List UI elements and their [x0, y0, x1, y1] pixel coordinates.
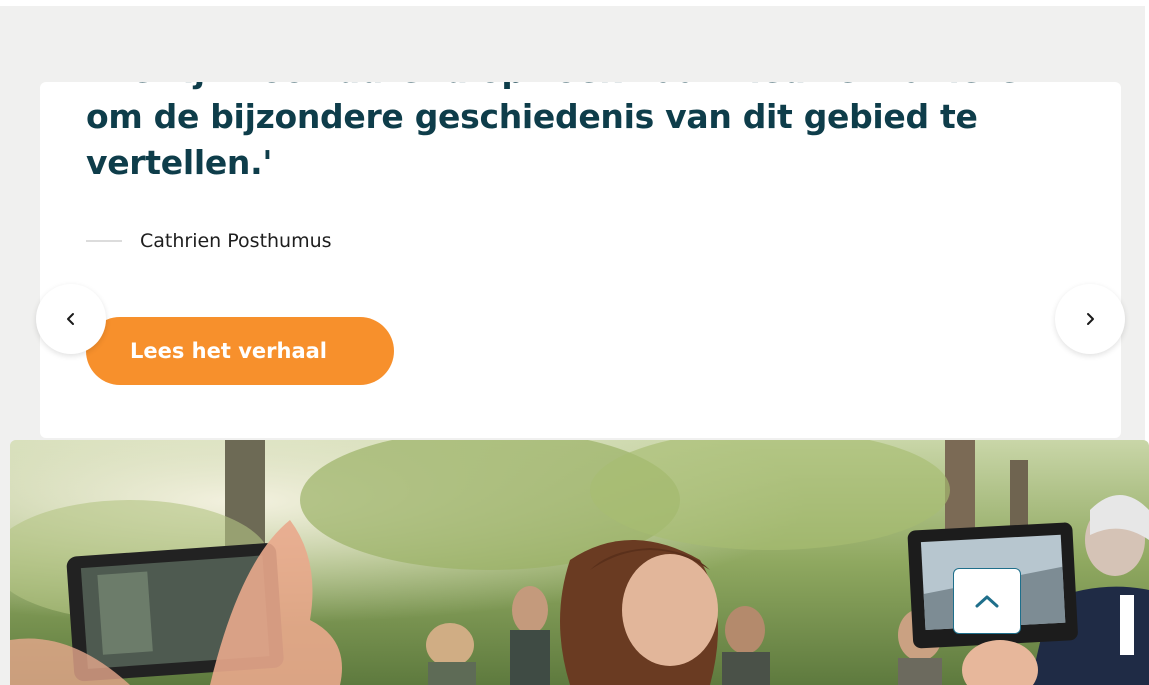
page-top-strip [0, 0, 1149, 6]
quote-card: 'We zijn voortdurend op zoek naar nieuwe… [40, 82, 1121, 438]
chevron-up-icon [975, 595, 999, 608]
quote-author: Cathrien Posthumus [140, 230, 332, 252]
chevron-right-icon [1087, 313, 1094, 325]
photo-illustration [10, 440, 1149, 685]
quote-author-row: Cathrien Posthumus [86, 230, 332, 252]
read-story-button[interactable]: Lees het verhaal [86, 317, 394, 385]
author-dash [86, 240, 122, 242]
chevron-left-icon [67, 313, 74, 325]
carousel-next-button[interactable] [1055, 284, 1125, 354]
quote-text: 'We zijn voortdurend op zoek naar nieuwe… [86, 82, 1043, 182]
scroll-to-top-button[interactable] [953, 568, 1021, 634]
story-photo [10, 440, 1149, 685]
carousel-prev-button[interactable] [36, 284, 106, 354]
